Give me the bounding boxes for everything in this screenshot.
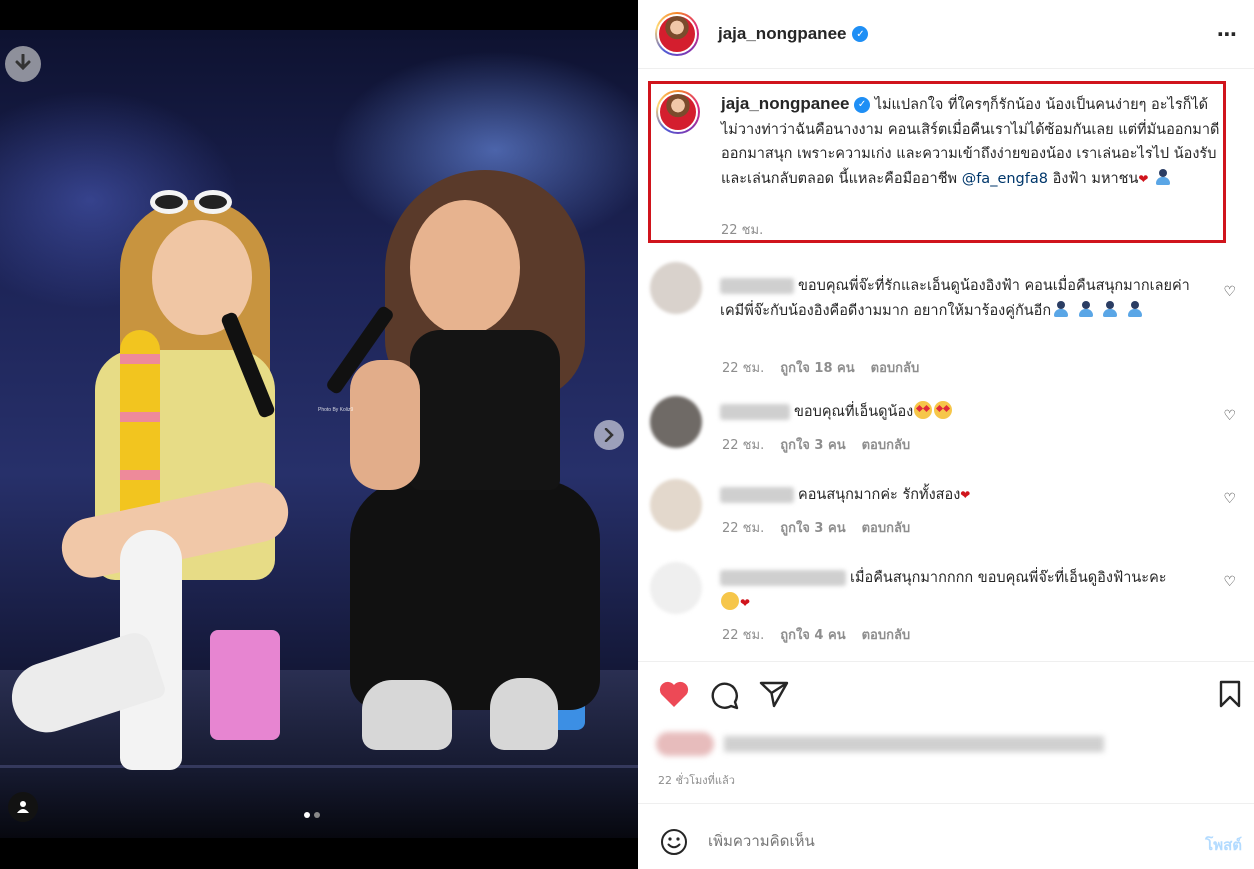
caption-text-block: jaja_nongpanee ✓ ไม่แปลกใจ ที่ใครๆก็รักน…	[721, 92, 1226, 191]
person-emoji	[1154, 168, 1172, 186]
person-emoji	[1101, 300, 1119, 318]
post-header: jaja_nongpanee ✓ ⋯	[638, 0, 1254, 69]
verified-badge-icon: ✓	[854, 97, 871, 113]
comment-input[interactable]	[708, 832, 1148, 850]
post-comment-button[interactable]: โพสต์	[1205, 833, 1242, 857]
comment-likes[interactable]: ถูกใจ 18 คน	[780, 361, 854, 376]
add-comment-bar: โพสต์	[638, 803, 1254, 869]
post-photo: Photo By Koliz9	[0, 0, 638, 869]
comment-time[interactable]: 22 ชม.	[722, 521, 764, 536]
more-options-icon[interactable]: ⋯	[1217, 22, 1238, 46]
caption-tail: อิงฟ้า มหาชน	[1052, 170, 1139, 187]
person-emoji	[1052, 300, 1070, 318]
liked-by-summary[interactable]	[656, 732, 1108, 756]
caption-timestamp[interactable]: 22 ชม.	[721, 219, 763, 240]
carousel-indicator	[304, 812, 320, 818]
next-slide-button[interactable]	[594, 420, 624, 450]
commenter-username[interactable]	[720, 404, 790, 420]
person-emoji	[1126, 300, 1144, 318]
comment-list: ขอบคุณพี่จ๊ะที่รักและเอ็นดูน้องอิงฟ้า คอ…	[638, 252, 1254, 662]
emoji-picker-icon[interactable]	[660, 828, 688, 856]
caption-author-avatar[interactable]	[656, 90, 700, 134]
concert-photo: Photo By Koliz9	[0, 30, 638, 838]
comment-likes[interactable]: ถูกใจ 3 คน	[780, 438, 845, 453]
comment-text: เมื่อคืนสนุกมากกกก ขอบคุณพี่จ๊ะที่เอ็นดู…	[850, 570, 1167, 586]
smiling-face-emoji	[721, 591, 739, 610]
comment-time[interactable]: 22 ชม.	[722, 628, 764, 643]
red-heart-emoji: ❤	[1138, 171, 1149, 186]
post-actions-bar	[638, 661, 1254, 721]
red-heart-emoji: ❤	[740, 595, 751, 610]
comment-meta: 22 ชม. ถูกใจ 3 คน ตอบกลับ	[722, 434, 926, 455]
comment-icon[interactable]	[709, 680, 739, 710]
comment-like-heart-icon[interactable]: ♡	[1223, 284, 1236, 300]
commenter-username[interactable]	[720, 278, 794, 294]
comment-meta: 22 ชม. ถูกใจ 3 คน ตอบกลับ	[722, 517, 926, 538]
commenter-avatar[interactable]	[650, 262, 702, 314]
comment-like-heart-icon[interactable]: ♡	[1223, 491, 1236, 507]
commenter-username[interactable]	[720, 570, 846, 586]
author-avatar[interactable]	[655, 12, 699, 56]
reply-button[interactable]: ตอบกลับ	[862, 628, 911, 643]
comment-meta: 22 ชม. ถูกใจ 4 คน ตอบกลับ	[722, 624, 926, 645]
comment-time[interactable]: 22 ชม.	[722, 361, 764, 376]
heart-eyes-emoji	[934, 401, 953, 419]
author-username[interactable]: jaja_nongpanee	[718, 24, 846, 44]
comment-like-heart-icon[interactable]: ♡	[1223, 408, 1236, 424]
carousel-dot-1	[304, 812, 310, 818]
comment-likes[interactable]: ถูกใจ 3 คน	[780, 521, 845, 536]
commenter-avatar[interactable]	[650, 562, 702, 614]
comment-like-heart-icon[interactable]: ♡	[1223, 574, 1236, 590]
download-icon[interactable]	[5, 46, 41, 82]
caption-username[interactable]: jaja_nongpanee	[721, 94, 849, 113]
save-bookmark-icon[interactable]	[1218, 680, 1242, 708]
comment-text: ขอบคุณที่เอ็นดูน้อง	[794, 404, 914, 420]
commenter-username[interactable]	[720, 487, 794, 503]
commenter-avatar[interactable]	[650, 479, 702, 531]
comment-likes[interactable]: ถูกใจ 4 คน	[780, 628, 845, 643]
caption-mention-link[interactable]: @fa_engfa8	[962, 171, 1048, 187]
reply-button[interactable]: ตอบกลับ	[862, 438, 911, 453]
commenter-avatar[interactable]	[650, 396, 702, 448]
red-heart-emoji: ❤	[960, 488, 971, 502]
photo-credit: Photo By Koliz9	[318, 407, 354, 413]
reply-button[interactable]: ตอบกลับ	[871, 361, 920, 376]
carousel-dot-2	[314, 812, 320, 818]
comment-meta: 22 ชม. ถูกใจ 18 คน ตอบกลับ	[722, 357, 935, 378]
comment-time[interactable]: 22 ชม.	[722, 438, 764, 453]
reply-button[interactable]: ตอบกลับ	[862, 521, 911, 536]
post-side-panel: jaja_nongpanee ✓ ⋯ jaja_nongpanee ✓ ไม่แ…	[638, 0, 1254, 869]
share-icon[interactable]	[759, 680, 789, 708]
comment-text: คอนสนุกมากค่ะ รักทั้งสอง	[798, 487, 961, 503]
like-heart-icon[interactable]	[658, 680, 690, 708]
person-emoji	[1077, 300, 1095, 318]
verified-badge-icon: ✓	[852, 26, 869, 42]
post-timestamp[interactable]: 22 ชั่วโมงที่แล้ว	[658, 771, 735, 789]
instagram-post-view: Photo By Koliz9 jaja_nongpanee ✓ ⋯ jaja_	[0, 0, 1254, 869]
tagged-people-icon[interactable]	[8, 792, 38, 822]
heart-eyes-emoji	[914, 401, 933, 419]
